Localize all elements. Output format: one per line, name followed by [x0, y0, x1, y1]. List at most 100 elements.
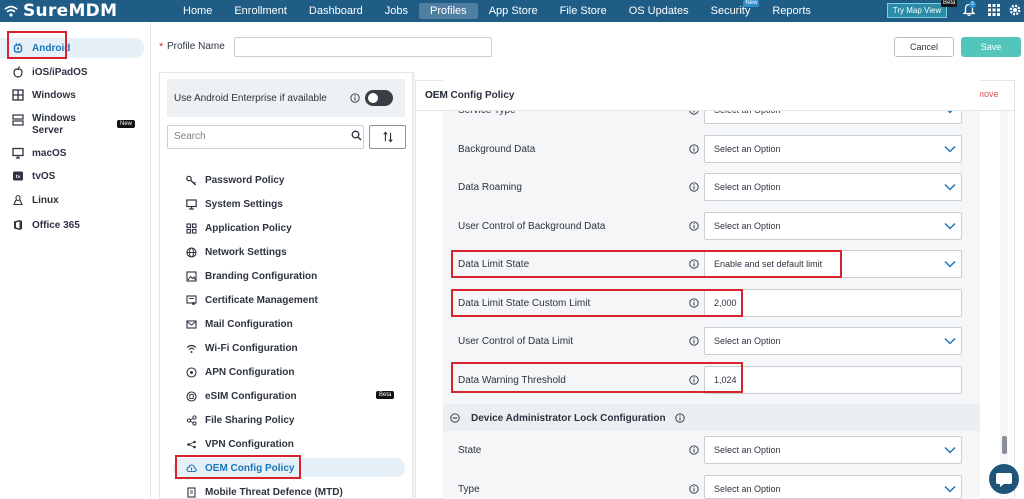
- field-label-user-control-data-limit: User Control of Data Limit: [458, 336, 574, 347]
- background-data-select[interactable]: Select an Option: [704, 135, 962, 163]
- user-control-background-data-select[interactable]: Select an Option: [704, 212, 962, 240]
- policy-item-oem-config[interactable]: OEM Config Policy: [186, 460, 294, 476]
- policy-item-label: System Settings: [205, 198, 283, 210]
- policy-item-label: Mail Configuration: [205, 318, 293, 330]
- windows-server-icon: [12, 114, 24, 126]
- nav-file-store[interactable]: File Store: [549, 3, 618, 19]
- policy-item-password[interactable]: Password Policy: [186, 172, 284, 188]
- data-roaming-select[interactable]: Select an Option: [704, 173, 962, 201]
- policy-item-vpn[interactable]: VPN Configuration: [186, 436, 294, 452]
- android-enterprise-toggle[interactable]: [365, 90, 393, 106]
- policy-item-label: OEM Config Policy: [205, 462, 295, 474]
- policy-item-label: VPN Configuration: [205, 438, 294, 450]
- info-icon[interactable]: [689, 144, 699, 154]
- info-icon[interactable]: [689, 182, 699, 192]
- map-beta-badge: Beta: [941, 0, 958, 7]
- policy-item-system-settings[interactable]: System Settings: [186, 196, 283, 212]
- save-button[interactable]: Save: [961, 37, 1021, 57]
- nav-jobs[interactable]: Jobs: [374, 3, 419, 19]
- policy-item-certificate[interactable]: Certificate Management: [186, 292, 318, 308]
- field-label-data-roaming: Data Roaming: [458, 182, 522, 193]
- info-icon[interactable]: [350, 93, 360, 103]
- policy-item-label: Certificate Management: [205, 294, 318, 306]
- os-item-label-line1: Windows: [32, 113, 76, 124]
- field-label-state: State: [458, 445, 482, 456]
- os-item-windows-server[interactable]: Windows Server: [12, 113, 76, 139]
- os-item-windows[interactable]: Windows: [12, 86, 76, 104]
- field-label-type: Type: [458, 484, 480, 495]
- os-sidebar: Android iOS/iPadOS Windows Windows Server…: [0, 22, 150, 499]
- policy-item-mail[interactable]: Mail Configuration: [186, 316, 293, 332]
- monitor-icon: [12, 147, 24, 159]
- nav-dashboard[interactable]: Dashboard: [298, 3, 374, 19]
- policy-item-label: Network Settings: [205, 246, 287, 258]
- apps-grid-icon[interactable]: [987, 3, 1001, 17]
- data-limit-state-select[interactable]: Enable and set default limit: [704, 250, 962, 278]
- chat-support-button[interactable]: [989, 464, 1019, 494]
- search-icon[interactable]: [351, 130, 362, 141]
- policy-item-label: APN Configuration: [205, 366, 295, 378]
- profile-name-input[interactable]: [234, 37, 492, 57]
- policy-search-input[interactable]: [174, 131, 344, 142]
- nav-security[interactable]: Security New: [700, 0, 762, 19]
- brand-logo[interactable]: SureMDM: [4, 1, 117, 21]
- android-enterprise-label: Use Android Enterprise if available: [174, 93, 327, 104]
- select-value: Select an Option: [714, 484, 781, 494]
- image-icon: [186, 270, 197, 282]
- info-icon[interactable]: [689, 445, 699, 455]
- sort-button[interactable]: [369, 125, 406, 149]
- info-icon[interactable]: [689, 259, 699, 269]
- tv-icon: tv: [13, 171, 23, 181]
- info-icon[interactable]: [675, 413, 685, 423]
- policy-item-network[interactable]: Network Settings: [186, 244, 287, 260]
- os-item-macos[interactable]: macOS: [12, 144, 66, 162]
- key-icon: [186, 175, 196, 185]
- os-item-ios[interactable]: iOS/iPadOS: [12, 63, 88, 81]
- os-item-android[interactable]: Android: [12, 39, 70, 57]
- nav-home[interactable]: Home: [172, 3, 223, 19]
- nav-reports[interactable]: Reports: [761, 3, 822, 19]
- file-share-icon: [186, 414, 197, 426]
- try-map-view-button[interactable]: Try Map View: [887, 3, 947, 18]
- nav-os-updates[interactable]: OS Updates: [618, 3, 700, 19]
- type-select[interactable]: Select an Option: [704, 475, 962, 499]
- cancel-button[interactable]: Cancel: [894, 37, 954, 57]
- data-warning-threshold-input[interactable]: 1,024: [704, 366, 962, 394]
- os-item-office365[interactable]: Office 365: [12, 216, 80, 234]
- user-control-data-limit-select[interactable]: Select an Option: [704, 327, 962, 355]
- field-label-user-control-background-data: User Control of Background Data: [458, 221, 606, 232]
- oem-form-scroll-thumb[interactable]: [1002, 436, 1007, 454]
- policy-item-mtd[interactable]: Mobile Threat Defence (MTD): [186, 484, 343, 499]
- info-icon[interactable]: [689, 336, 699, 346]
- oem-header-divider-overlay: [415, 110, 1015, 111]
- info-icon[interactable]: [689, 484, 699, 494]
- policy-item-file-sharing[interactable]: File Sharing Policy: [186, 412, 294, 428]
- chevron-down-icon: [944, 183, 956, 191]
- os-item-linux[interactable]: Linux: [12, 191, 59, 209]
- policy-item-wifi[interactable]: Wi-Fi Configuration: [186, 340, 298, 356]
- policy-item-esim[interactable]: eSIM Configuration: [186, 388, 297, 404]
- apple-icon: [13, 66, 23, 78]
- gear-icon[interactable]: [1008, 3, 1022, 17]
- nav-profiles[interactable]: Profiles: [419, 3, 478, 19]
- info-icon[interactable]: [689, 298, 699, 308]
- chevron-down-icon: [944, 485, 956, 493]
- nav-enrollment[interactable]: Enrollment: [223, 3, 298, 19]
- nav-app-store[interactable]: App Store: [478, 3, 549, 19]
- monitor-icon: [186, 198, 197, 210]
- info-icon[interactable]: [689, 375, 699, 385]
- state-select[interactable]: Select an Option: [704, 436, 962, 464]
- select-value: Select an Option: [714, 221, 781, 231]
- collapse-icon[interactable]: [450, 413, 460, 423]
- policy-item-apn[interactable]: APN Configuration: [186, 364, 294, 380]
- policy-item-branding[interactable]: Branding Configuration: [186, 268, 317, 284]
- svg-text:tv: tv: [16, 174, 21, 179]
- info-icon[interactable]: [689, 221, 699, 231]
- os-item-tvos[interactable]: tv tvOS: [12, 167, 55, 185]
- sidebar-divider: [150, 22, 151, 499]
- policy-item-application[interactable]: Application Policy: [186, 220, 292, 236]
- select-value: Select an Option: [714, 445, 781, 455]
- data-limit-custom-input[interactable]: 2,000: [704, 289, 962, 317]
- wifi-icon: [186, 344, 197, 353]
- chevron-down-icon: [944, 260, 956, 268]
